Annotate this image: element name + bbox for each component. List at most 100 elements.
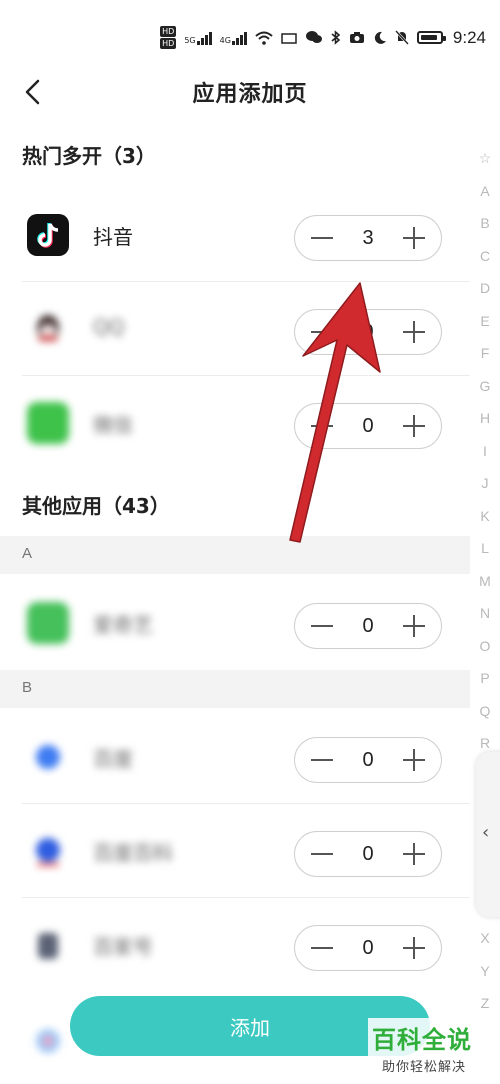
alphabet-index-letter[interactable]: C bbox=[470, 240, 500, 273]
group-letter: A bbox=[22, 545, 33, 562]
group-letter: B bbox=[22, 679, 33, 696]
alphabet-index-letter[interactable]: X bbox=[470, 922, 500, 955]
count-value: 0 bbox=[362, 843, 374, 865]
alphabet-index-letter[interactable]: Z bbox=[470, 987, 500, 1020]
app-header: 应用添加页 bbox=[0, 70, 500, 114]
quantity-stepper: 3 bbox=[294, 215, 442, 261]
count-value: 0 bbox=[362, 415, 374, 437]
increment-button[interactable] bbox=[391, 738, 437, 782]
decrement-button[interactable] bbox=[299, 832, 345, 876]
net-label-2: 4G bbox=[219, 35, 231, 45]
watermark: 百科全说 助你轻松解决 bbox=[368, 1018, 492, 1080]
decrement-button[interactable] bbox=[299, 926, 345, 970]
app-row-baidu: 百度 0 bbox=[0, 710, 470, 804]
wechat-app-icon bbox=[27, 402, 69, 444]
douyin-icon bbox=[27, 214, 69, 256]
count-value: 0 bbox=[362, 749, 374, 771]
quantity-stepper: 0 bbox=[294, 603, 442, 649]
battery-icon bbox=[416, 31, 446, 44]
page-title: 应用添加页 bbox=[192, 82, 308, 107]
quantity-stepper: 0 bbox=[294, 309, 442, 355]
status-icons: HD HD 5G 4G 9:24 bbox=[160, 26, 486, 49]
decrement-button[interactable] bbox=[299, 604, 345, 648]
partial-app-icon bbox=[27, 1020, 69, 1062]
other-section-title: 其他应用（43） bbox=[22, 494, 170, 518]
net-label-1: 5G bbox=[184, 35, 196, 45]
increment-button[interactable] bbox=[391, 604, 437, 648]
app-name: 微信 bbox=[93, 413, 133, 437]
hd-badge-1: HD bbox=[160, 26, 177, 37]
alphabet-index-letter[interactable]: E bbox=[470, 305, 500, 338]
status-bar: HD HD 5G 4G 9:24 bbox=[0, 0, 500, 70]
group-header-b: B bbox=[0, 670, 470, 708]
quantity-stepper: 0 bbox=[294, 403, 442, 449]
iqiyi-icon bbox=[27, 602, 69, 644]
app-row-qq: QQ 0 bbox=[0, 282, 470, 376]
group-header-a: A bbox=[0, 536, 470, 574]
hd-badge-2: HD bbox=[160, 38, 177, 49]
alphabet-index-letter[interactable]: ☆ bbox=[470, 142, 500, 175]
status-time: 9:24 bbox=[452, 27, 486, 47]
decrement-button[interactable] bbox=[299, 310, 345, 354]
moon-icon bbox=[374, 31, 386, 44]
quantity-stepper: 0 bbox=[294, 737, 442, 783]
watermark-subtitle: 助你轻松解决 bbox=[382, 1060, 467, 1075]
chevron-left-icon: ‹ bbox=[482, 822, 490, 843]
app-row-iqiyi: 爱奇艺 0 bbox=[0, 576, 470, 670]
alphabet-index-letter[interactable]: Q bbox=[470, 695, 500, 728]
increment-button[interactable] bbox=[391, 310, 437, 354]
wechat-icon bbox=[305, 31, 322, 43]
alphabet-index-letter[interactable]: O bbox=[470, 630, 500, 663]
alphabet-index-letter[interactable]: M bbox=[470, 565, 500, 598]
baijiahao-icon bbox=[27, 924, 69, 966]
alphabet-index-letter[interactable]: G bbox=[470, 370, 500, 403]
decrement-button[interactable] bbox=[299, 738, 345, 782]
signal-4g: 4G bbox=[220, 31, 247, 45]
increment-button[interactable] bbox=[391, 216, 437, 260]
increment-button[interactable] bbox=[391, 832, 437, 876]
side-drawer-tab[interactable]: ‹ bbox=[476, 752, 500, 917]
app-name: QQ bbox=[93, 315, 125, 339]
count-value: 0 bbox=[362, 937, 374, 959]
app-row-baijiahao: 百家号 0 bbox=[0, 898, 470, 992]
sim-indicator: HD HD bbox=[160, 26, 177, 49]
quantity-stepper: 0 bbox=[294, 925, 442, 971]
app-name: 爱奇艺 bbox=[93, 613, 153, 637]
signal-bars-icon bbox=[196, 31, 212, 45]
count-value: 3 bbox=[362, 227, 374, 249]
alphabet-index-letter[interactable]: L bbox=[470, 532, 500, 565]
alphabet-index-letter[interactable]: H bbox=[470, 402, 500, 435]
app-name: 百度 bbox=[93, 747, 133, 771]
alphabet-index-letter[interactable]: K bbox=[470, 500, 500, 533]
mute-bell-icon bbox=[394, 30, 409, 45]
alphabet-index-letter[interactable]: P bbox=[470, 662, 500, 695]
alphabet-index-letter[interactable]: J bbox=[470, 467, 500, 500]
alphabet-index-letter[interactable]: I bbox=[470, 435, 500, 468]
qq-icon bbox=[27, 308, 69, 350]
increment-button[interactable] bbox=[391, 404, 437, 448]
decrement-button[interactable] bbox=[299, 404, 345, 448]
baidu-icon bbox=[27, 736, 69, 778]
count-value: 0 bbox=[362, 321, 374, 343]
wifi-icon bbox=[255, 31, 273, 45]
hot-section-title: 热门多开（3） bbox=[22, 144, 156, 168]
alphabet-index-letter[interactable]: N bbox=[470, 597, 500, 630]
decrement-button[interactable] bbox=[299, 216, 345, 260]
alphabet-index-letter[interactable]: A bbox=[470, 175, 500, 208]
cast-icon bbox=[281, 32, 297, 44]
app-name: 百家号 bbox=[93, 935, 153, 959]
app-name: 百度百科 bbox=[93, 841, 173, 865]
quantity-stepper: 0 bbox=[294, 831, 442, 877]
add-button-label: 添加 bbox=[230, 1015, 270, 1040]
alphabet-index-letter[interactable]: D bbox=[470, 272, 500, 305]
alphabet-index-letter[interactable]: Y bbox=[470, 955, 500, 988]
alphabet-index-letter[interactable]: B bbox=[470, 207, 500, 240]
alphabet-index-letter[interactable]: F bbox=[470, 337, 500, 370]
camera-icon bbox=[349, 32, 364, 43]
signal-bars-icon bbox=[231, 31, 247, 45]
signal-5g: 5G bbox=[184, 31, 212, 45]
app-row-baidu-baike: 百度百科 0 bbox=[0, 804, 470, 898]
app-row-wechat: 微信 0 bbox=[0, 376, 470, 470]
increment-button[interactable] bbox=[391, 926, 437, 970]
bluetooth-icon bbox=[331, 30, 341, 45]
